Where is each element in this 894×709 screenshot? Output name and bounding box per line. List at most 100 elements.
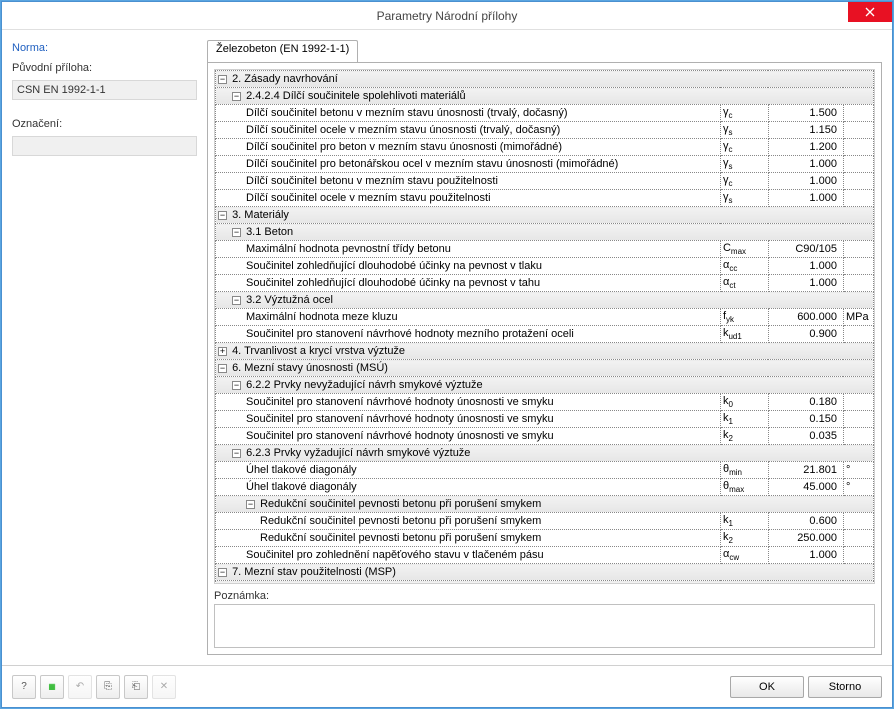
tree-value-row[interactable]: Součinitel zohledňující dlouhodobé účink… — [216, 258, 874, 275]
tree-value-row[interactable]: Maximální hodnota meze kluzufyk600.000MP… — [216, 309, 874, 326]
tree-value-row[interactable]: Dílčí součinitel ocele v mezním stavu ún… — [216, 122, 874, 139]
cancel-button[interactable]: Storno — [808, 676, 882, 698]
param-value-cell[interactable]: 600.000 — [768, 309, 843, 326]
param-value-cell[interactable]: 1.500 — [768, 105, 843, 122]
param-value-cell[interactable]: 1.200 — [768, 139, 843, 156]
tree-section-row[interactable]: − Redukční součinitel pevnosti betonu př… — [216, 496, 874, 513]
tree-section-row[interactable]: − 2. Zásady navrhování — [216, 71, 874, 88]
tree-section-row[interactable]: − 7. Mezní stav použitelnosti (MSP) — [216, 564, 874, 581]
section-cell[interactable]: − Redukční součinitel pevnosti betonu př… — [216, 496, 874, 513]
param-value-cell[interactable]: 0.900 — [768, 326, 843, 343]
param-symbol-cell: k1 — [720, 411, 768, 428]
section-cell[interactable]: − 3. Materiály — [216, 207, 874, 224]
expander-icon[interactable]: − — [232, 296, 241, 305]
param-label-cell: Součinitel pro stanovení návrhové hodnot… — [216, 394, 721, 411]
tree-section-row[interactable]: + 7.2 Omezení napětí — [216, 581, 874, 585]
tree-value-row[interactable]: Dílčí součinitel betonu v mezním stavu ú… — [216, 105, 874, 122]
tree-value-row[interactable]: Redukční součinitel pevnosti betonu při … — [216, 513, 874, 530]
section-cell[interactable]: − 6.2.2 Prvky nevyžadující návrh smykové… — [216, 377, 874, 394]
expander-icon[interactable]: − — [218, 568, 227, 577]
orig-value-input[interactable] — [12, 80, 197, 100]
ok-button[interactable]: OK — [730, 676, 804, 698]
tree-value-row[interactable]: Součinitel zohledňující dlouhodobé účink… — [216, 275, 874, 292]
tree-section-row[interactable]: − 3.2 Výztužná ocel — [216, 292, 874, 309]
section-cell[interactable]: − 3.1 Beton — [216, 224, 874, 241]
expander-icon[interactable]: − — [232, 92, 241, 101]
expander-icon[interactable]: − — [232, 228, 241, 237]
tree-section-row[interactable]: − 3.1 Beton — [216, 224, 874, 241]
expander-icon[interactable]: − — [232, 381, 241, 390]
param-value-cell[interactable]: C90/105 — [768, 241, 843, 258]
param-value-cell[interactable]: 45.000 — [768, 479, 843, 496]
param-symbol-cell: αcw — [720, 547, 768, 564]
param-value-cell[interactable]: 0.180 — [768, 394, 843, 411]
section-cell[interactable]: − 3.2 Výztužná ocel — [216, 292, 874, 309]
param-label-cell: Dílčí součinitel betonu v mezním stavu ú… — [216, 105, 721, 122]
copy-icon[interactable]: ⎘ — [96, 675, 120, 699]
param-value-cell[interactable]: 1.000 — [768, 275, 843, 292]
tree-section-row[interactable]: − 6.2.3 Prvky vyžadující návrh smykové v… — [216, 445, 874, 462]
section-cell[interactable]: − 2.4.2.4 Dílčí součinitele spolehlivoti… — [216, 88, 874, 105]
section-label: 6.2.3 Prvky vyžadující návrh smykové výz… — [246, 447, 470, 459]
section-cell[interactable]: − 6. Mezní stavy únosnosti (MSÚ) — [216, 360, 874, 377]
tree-section-row[interactable]: − 6. Mezní stavy únosnosti (MSÚ) — [216, 360, 874, 377]
tree-value-row[interactable]: Součinitel pro stanovení návrhové hodnot… — [216, 428, 874, 445]
designation-input[interactable] — [12, 136, 197, 156]
tree-value-row[interactable]: Dílčí součinitel pro betonářskou ocel v … — [216, 156, 874, 173]
remark-textarea[interactable] — [214, 604, 875, 648]
expander-icon[interactable]: − — [246, 500, 255, 509]
tree-value-row[interactable]: Redukční součinitel pevnosti betonu při … — [216, 530, 874, 547]
param-value-cell[interactable]: 1.150 — [768, 122, 843, 139]
param-value-cell[interactable]: 1.000 — [768, 156, 843, 173]
param-label-cell: Dílčí součinitel ocele v mezním stavu po… — [216, 190, 721, 207]
param-unit-cell — [843, 156, 873, 173]
tree-value-row[interactable]: Součinitel pro stanovení návrhové hodnot… — [216, 326, 874, 343]
tree-value-row[interactable]: Dílčí součinitel betonu v mezním stavu p… — [216, 173, 874, 190]
tree-value-row[interactable]: Maximální hodnota pevnostní třídy betonu… — [216, 241, 874, 258]
tab-concrete[interactable]: Železobeton (EN 1992-1-1) — [207, 40, 358, 62]
parameter-tree-scroll[interactable]: − 2. Zásady navrhování− 2.4.2.4 Dílčí so… — [214, 69, 875, 584]
tree-section-row[interactable]: − 2.4.2.4 Dílčí součinitele spolehlivoti… — [216, 88, 874, 105]
param-value-cell[interactable]: 0.600 — [768, 513, 843, 530]
param-value-cell[interactable]: 1.000 — [768, 258, 843, 275]
close-button[interactable] — [848, 2, 892, 22]
tree-value-row[interactable]: Dílčí součinitel pro beton v mezním stav… — [216, 139, 874, 156]
tree-value-row[interactable]: Součinitel pro stanovení návrhové hodnot… — [216, 394, 874, 411]
param-unit-cell — [843, 258, 873, 275]
param-value-cell[interactable]: 1.000 — [768, 173, 843, 190]
expander-icon[interactable]: − — [218, 75, 227, 84]
section-cell[interactable]: − 2. Zásady navrhování — [216, 71, 874, 88]
tree-section-row[interactable]: − 6.2.2 Prvky nevyžadující návrh smykové… — [216, 377, 874, 394]
param-value-cell[interactable]: 0.035 — [768, 428, 843, 445]
expander-icon[interactable]: − — [232, 449, 241, 458]
param-value-cell[interactable]: 0.150 — [768, 411, 843, 428]
tree-section-row[interactable]: − 3. Materiály — [216, 207, 874, 224]
number-format-icon[interactable]: ▦ — [40, 675, 64, 699]
param-unit-cell — [843, 513, 873, 530]
param-unit-cell — [843, 411, 873, 428]
remark-label: Poznámka: — [214, 590, 875, 602]
section-cell[interactable]: + 4. Trvanlivost a krycí vrstva výztuže — [216, 343, 874, 360]
paste-icon[interactable]: ⎗ — [124, 675, 148, 699]
section-cell[interactable]: + 7.2 Omezení napětí — [216, 581, 874, 585]
param-unit-cell — [843, 173, 873, 190]
section-label: 3.1 Beton — [246, 226, 293, 238]
param-value-cell[interactable]: 21.801 — [768, 462, 843, 479]
tree-value-row[interactable]: Úhel tlakové diagonályθmax45.000° — [216, 479, 874, 496]
tree-value-row[interactable]: Úhel tlakové diagonályθmin21.801° — [216, 462, 874, 479]
param-label-cell: Součinitel zohledňující dlouhodobé účink… — [216, 275, 721, 292]
tree-value-row[interactable]: Součinitel pro stanovení návrhové hodnot… — [216, 411, 874, 428]
expander-icon[interactable]: − — [218, 364, 227, 373]
section-cell[interactable]: − 7. Mezní stav použitelnosti (MSP) — [216, 564, 874, 581]
expander-icon[interactable]: − — [218, 211, 227, 220]
tree-value-row[interactable]: Součinitel pro zohlednění napěťového sta… — [216, 547, 874, 564]
tree-section-row[interactable]: + 4. Trvanlivost a krycí vrstva výztuže — [216, 343, 874, 360]
param-value-cell[interactable]: 1.000 — [768, 547, 843, 564]
help-icon[interactable]: ? — [12, 675, 36, 699]
tree-value-row[interactable]: Dílčí součinitel ocele v mezním stavu po… — [216, 190, 874, 207]
param-value-cell[interactable]: 1.000 — [768, 190, 843, 207]
param-value-cell[interactable]: 250.000 — [768, 530, 843, 547]
param-unit-cell — [843, 105, 873, 122]
section-cell[interactable]: − 6.2.3 Prvky vyžadující návrh smykové v… — [216, 445, 874, 462]
expander-icon[interactable]: + — [218, 347, 227, 356]
